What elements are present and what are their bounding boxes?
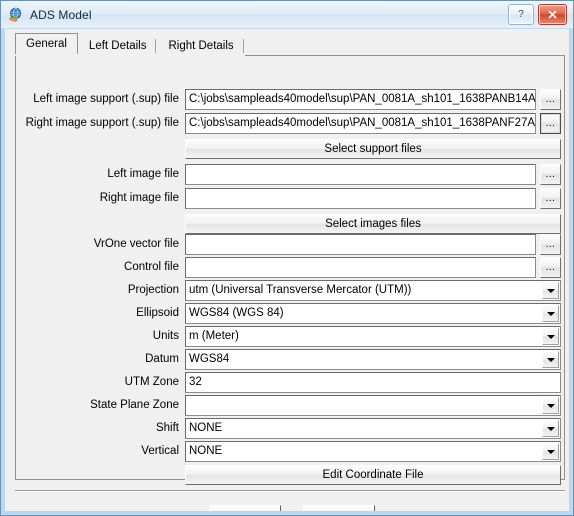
tab-divider	[155, 39, 157, 53]
datum-select[interactable]: WGS84	[185, 349, 561, 370]
state-plane-zone-select[interactable]	[185, 395, 561, 416]
select-images-files-button[interactable]: Select images files	[185, 214, 561, 234]
cancel-button-label: Cancel	[321, 511, 357, 516]
units-value: m (Meter)	[189, 330, 239, 342]
control-file-label: Control file	[124, 261, 179, 273]
select-support-files-label: Select support files	[324, 143, 422, 155]
right-support-browse-button[interactable]: ...	[540, 113, 561, 134]
edit-coordinate-file-button[interactable]: Edit Coordinate File	[185, 465, 561, 485]
chevron-down-icon[interactable]	[542, 351, 559, 368]
right-image-label-wrap: Right image file	[16, 188, 179, 209]
ellipsoid-label-wrap: Ellipsoid	[16, 303, 179, 324]
control-file-label-wrap: Control file	[16, 257, 179, 278]
units-select[interactable]: m (Meter)	[185, 326, 561, 347]
chevron-down-icon[interactable]	[542, 397, 559, 414]
units-label: Units	[152, 330, 179, 342]
left-image-browse-button[interactable]: ...	[540, 164, 561, 185]
chevron-down-icon[interactable]	[542, 282, 559, 299]
select-images-files-label: Select images files	[325, 218, 421, 230]
left-support-browse-label: ...	[545, 93, 556, 105]
left-image-browse-label: ...	[545, 168, 556, 180]
ok-button-label: OK	[237, 511, 254, 516]
right-image-browse-button[interactable]: ...	[540, 188, 561, 209]
state-plane-zone-label: State Plane Zone	[90, 399, 179, 411]
help-button-label: ?	[518, 9, 524, 20]
right-support-browse-label: ...	[545, 117, 556, 129]
close-icon	[548, 10, 557, 19]
edit-coordinate-file-label: Edit Coordinate File	[322, 469, 424, 481]
shift-label-wrap: Shift	[16, 418, 179, 439]
chevron-down-icon[interactable]	[542, 443, 559, 460]
tab-left-details[interactable]: Left Details	[77, 35, 158, 56]
left-support-browse-button[interactable]: ...	[540, 89, 561, 110]
ellipsoid-value: WGS84 (WGS 84)	[189, 307, 284, 319]
dialog-client-area: General Left Details Right Details Left …	[5, 28, 569, 515]
general-tab-panel: Left image support (.sup) file C:\jobs\s…	[15, 55, 565, 485]
datum-label: Datum	[145, 353, 179, 365]
left-support-label: Left image support (.sup) file	[33, 93, 179, 105]
right-support-input[interactable]: C:\jobs\sampleads40model\sup\PAN_0081A_s…	[185, 113, 536, 134]
utm-zone-label-wrap: UTM Zone	[16, 372, 179, 393]
shift-select[interactable]: NONE	[185, 418, 561, 439]
vrone-vector-label: VrOne vector file	[93, 238, 179, 250]
tab-divider	[242, 39, 244, 53]
window-title: ADS Model	[30, 7, 92, 22]
ads-model-dialog: ADS Model ? General Left Details Right D…	[0, 0, 574, 516]
projection-select[interactable]: utm (Universal Transverse Mercator (UTM)…	[185, 280, 561, 301]
left-image-input[interactable]	[185, 164, 536, 185]
vrone-vector-input[interactable]	[185, 234, 536, 255]
chevron-down-icon[interactable]	[542, 305, 559, 322]
right-support-label: Right image support (.sup) file	[25, 117, 179, 129]
vrone-vector-browse-label: ...	[545, 238, 556, 250]
right-image-browse-label: ...	[545, 192, 556, 204]
chevron-down-icon[interactable]	[542, 328, 559, 345]
tab-left-details-label: Left Details	[88, 40, 147, 52]
left-support-label-wrap: Left image support (.sup) file	[16, 89, 179, 110]
control-file-input[interactable]	[185, 257, 536, 278]
left-support-input[interactable]: C:\jobs\sampleads40model\sup\PAN_0081A_s…	[185, 89, 536, 110]
right-image-input[interactable]	[185, 188, 536, 209]
shift-label: Shift	[155, 422, 179, 434]
datum-label-wrap: Datum	[16, 349, 179, 370]
ellipsoid-label: Ellipsoid	[136, 307, 179, 319]
projection-label: Projection	[127, 284, 179, 296]
shift-value: NONE	[189, 422, 223, 434]
vertical-select[interactable]: NONE	[185, 441, 561, 462]
cancel-button[interactable]: Cancel	[303, 505, 375, 516]
footer-divider	[15, 490, 565, 492]
vertical-label-wrap: Vertical	[16, 441, 179, 462]
right-support-label-wrap: Right image support (.sup) file	[16, 113, 179, 134]
utm-zone-input[interactable]: 32	[185, 372, 561, 393]
tab-strip: General Left Details Right Details	[15, 33, 245, 56]
vertical-label: Vertical	[141, 445, 179, 457]
utm-zone-label: UTM Zone	[124, 376, 179, 388]
projection-value: utm (Universal Transverse Mercator (UTM)…	[189, 284, 412, 296]
tab-general[interactable]: General	[15, 33, 78, 56]
title-bar[interactable]: ADS Model ?	[1, 1, 573, 29]
right-image-label: Right image file	[99, 192, 179, 204]
projection-label-wrap: Projection	[16, 280, 179, 301]
state-plane-zone-label-wrap: State Plane Zone	[16, 395, 179, 416]
help-button[interactable]: ?	[508, 4, 534, 25]
left-image-label-wrap: Left image file	[16, 164, 179, 185]
ellipsoid-select[interactable]: WGS84 (WGS 84)	[185, 303, 561, 324]
vertical-value: NONE	[189, 445, 223, 457]
vrone-vector-label-wrap: VrOne vector file	[16, 234, 179, 255]
select-support-files-button[interactable]: Select support files	[185, 139, 561, 159]
control-file-browse-label: ...	[545, 261, 556, 273]
tab-general-label: General	[26, 38, 67, 50]
close-button[interactable]	[538, 4, 567, 25]
vrone-vector-browse-button[interactable]: ...	[540, 234, 561, 255]
datum-value: WGS84	[189, 353, 230, 365]
left-image-label: Left image file	[107, 168, 179, 180]
control-file-browse-button[interactable]: ...	[540, 257, 561, 278]
units-label-wrap: Units	[16, 326, 179, 347]
ok-button[interactable]: OK	[209, 505, 281, 516]
window-controls: ?	[508, 4, 567, 25]
tab-right-details[interactable]: Right Details	[157, 35, 245, 56]
tab-right-details-label: Right Details	[168, 40, 234, 52]
chevron-down-icon[interactable]	[542, 420, 559, 437]
globe-hand-icon	[8, 7, 24, 23]
